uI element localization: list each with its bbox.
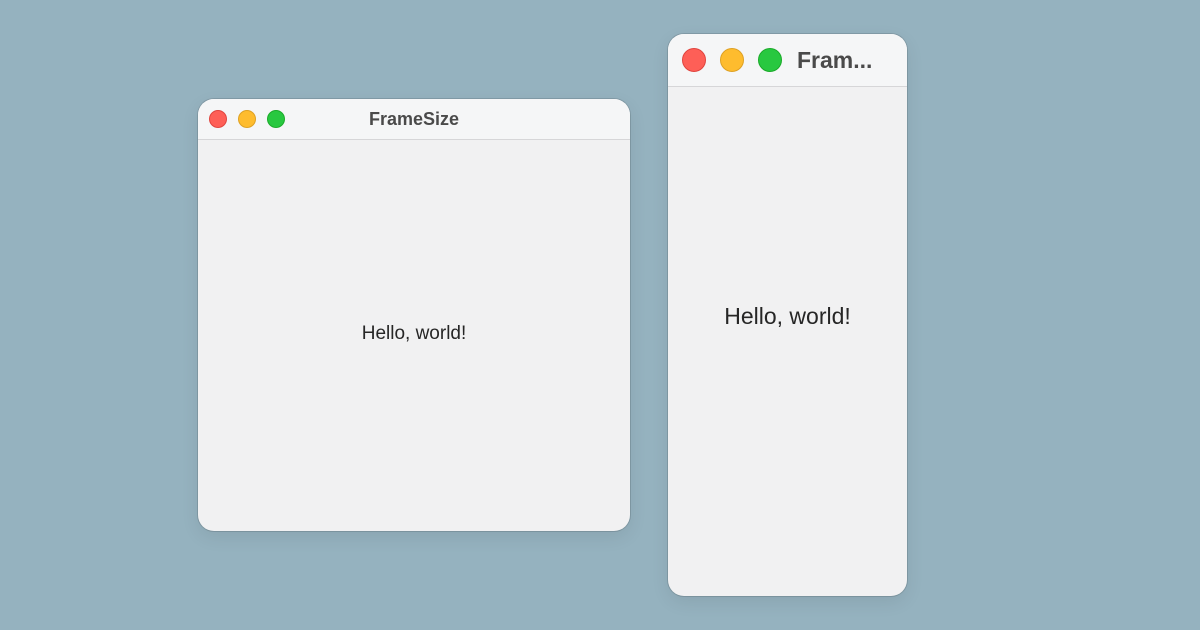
window-titlebar[interactable]: Fram...	[668, 34, 907, 87]
window-title: FrameSize	[368, 109, 460, 129]
window-content: Hello, world!	[198, 140, 630, 531]
window-title: Fram...	[797, 47, 873, 73]
hello-world-text: Hello, world!	[361, 322, 467, 344]
hello-world-text: Hello, world!	[724, 303, 851, 329]
minimize-button-icon[interactable]	[720, 48, 744, 72]
framesize-window-narrow[interactable]: Fram... Hello, world!	[668, 34, 907, 596]
framesize-window-large[interactable]: FrameSize Hello, world!	[198, 99, 630, 531]
close-button-icon[interactable]	[682, 48, 706, 72]
window-content: Hello, world!	[668, 87, 907, 596]
window-titlebar[interactable]: FrameSize	[198, 99, 630, 140]
zoom-button-icon[interactable]	[758, 48, 782, 72]
traffic-light-controls	[682, 48, 782, 72]
